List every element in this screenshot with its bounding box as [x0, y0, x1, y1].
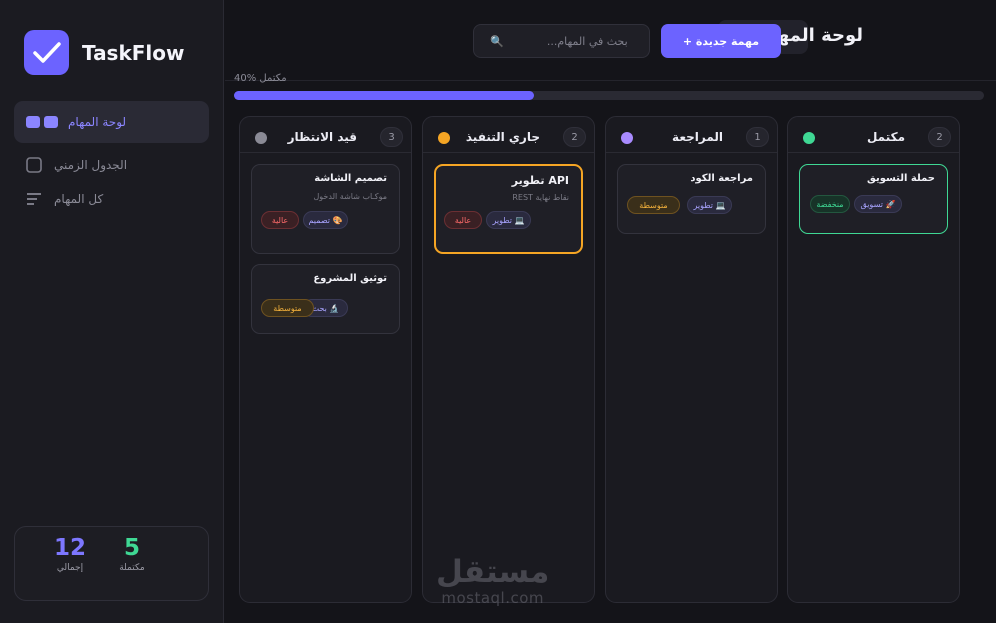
- priority-tag: متوسطة: [627, 196, 680, 214]
- progress-label: 40% مكتمل: [234, 73, 287, 84]
- add-task-button[interactable]: + مهمة جديدة: [661, 24, 781, 58]
- search-input[interactable]: [507, 34, 628, 48]
- nav-item-all-tasks[interactable]: كل المهام: [14, 178, 209, 220]
- column-header: مكتمل 2: [788, 117, 959, 153]
- status-dot: [255, 132, 267, 144]
- task-card[interactable]: مراجعة الكود تطوير 💻 متوسطة: [617, 164, 766, 234]
- status-dot: [803, 132, 815, 144]
- column-title: المراجعة: [672, 130, 723, 144]
- task-title: توثيق المشروع: [313, 273, 387, 284]
- checkmark-logo-icon: [24, 30, 69, 75]
- task-card-completed[interactable]: حملة التسويق تسويق 🚀 منخفضة: [799, 164, 948, 234]
- priority-tag: عالية: [444, 211, 482, 229]
- brand: TaskFlow: [24, 30, 185, 75]
- task-card-selected[interactable]: تطوير API REST نقاط نهاية تطوير 💻 عالية: [434, 164, 583, 254]
- column-header: المراجعة 1: [606, 117, 777, 153]
- task-description: موكـاب شاشة الدخول: [313, 192, 387, 201]
- column-count-badge: 3: [380, 127, 403, 147]
- stat-total: 12 إجمالي: [45, 535, 95, 573]
- status-dot: [438, 132, 450, 144]
- column-in-progress: جاري التنفيذ 2 تطوير API REST نقاط نهاية…: [422, 116, 595, 603]
- priority-tag: منخفضة: [810, 195, 850, 213]
- watermark-latin: mostaql.com: [441, 589, 545, 607]
- category-tag: تصميم 🎨: [303, 211, 348, 229]
- column-count-badge: 1: [746, 127, 769, 147]
- board-icon: [26, 116, 60, 128]
- task-title: تطوير API: [511, 174, 569, 187]
- column-pending: قيد الانتظار 3 تصميم الشاشة موكـاب شاشة …: [239, 116, 412, 603]
- task-title: مراجعة الكود: [690, 173, 753, 184]
- column-header: قيد الانتظار 3: [240, 117, 411, 153]
- column-count-badge: 2: [563, 127, 586, 147]
- column-done: مكتمل 2 حملة التسويق تسويق 🚀 منخفضة: [787, 116, 960, 603]
- watermark: مستقل mostaql.com: [436, 555, 549, 607]
- progress-fill: [234, 91, 534, 100]
- task-title: حملة التسويق: [866, 173, 935, 184]
- column-count-badge: 2: [928, 127, 951, 147]
- stat-total-value: 12: [53, 535, 86, 561]
- column-review: المراجعة 1 مراجعة الكود تطوير 💻 متوسطة: [605, 116, 778, 603]
- column-header: جاري التنفيذ 2: [423, 117, 594, 153]
- nav-item-label: كل المهام: [54, 192, 104, 206]
- category-tag: تسويق 🚀: [854, 195, 902, 213]
- task-card[interactable]: تصميم الشاشة موكـاب شاشة الدخول تصميم 🎨 …: [251, 164, 400, 254]
- column-title: مكتمل: [866, 130, 905, 144]
- nav-item-label: الجدول الزمني: [54, 158, 128, 172]
- brand-name: TaskFlow: [82, 40, 185, 65]
- priority-tag: عالية: [261, 211, 299, 229]
- column-title: جاري التنفيذ: [465, 130, 540, 144]
- list-icon: [26, 191, 46, 207]
- category-tag: تطوير 💻: [486, 211, 531, 229]
- stat-total-label: إجمالي: [56, 563, 84, 573]
- stat-done-label: مكتملة: [119, 563, 145, 573]
- watermark-arabic: مستقل: [436, 554, 550, 590]
- search-icon: 🔍: [490, 34, 504, 48]
- category-tag: تطوير 💻: [687, 196, 732, 214]
- status-dot: [621, 132, 633, 144]
- search-box[interactable]: 🔍: [473, 24, 650, 58]
- priority-tag: متوسطة: [261, 299, 314, 317]
- stat-done: 5 مكتملة: [107, 535, 157, 573]
- nav-item-label: لوحة المهام: [68, 115, 127, 129]
- task-title: تصميم الشاشة: [314, 173, 387, 184]
- stats-panel: 12 إجمالي 5 مكتملة: [14, 526, 209, 601]
- nav-item-board[interactable]: لوحة المهام: [14, 101, 209, 143]
- header-divider: [225, 80, 996, 81]
- sidebar: TaskFlow لوحة المهام الجدول الزمني كل ال…: [0, 0, 224, 623]
- stat-done-value: 5: [123, 535, 140, 561]
- progress-bar: [234, 91, 984, 100]
- column-title: قيد الانتظار: [287, 130, 357, 144]
- task-description: REST نقاط نهاية: [512, 193, 569, 202]
- square-icon: [26, 157, 46, 173]
- task-card[interactable]: توثيق المشروع بحث 🔬 متوسطة: [251, 264, 400, 334]
